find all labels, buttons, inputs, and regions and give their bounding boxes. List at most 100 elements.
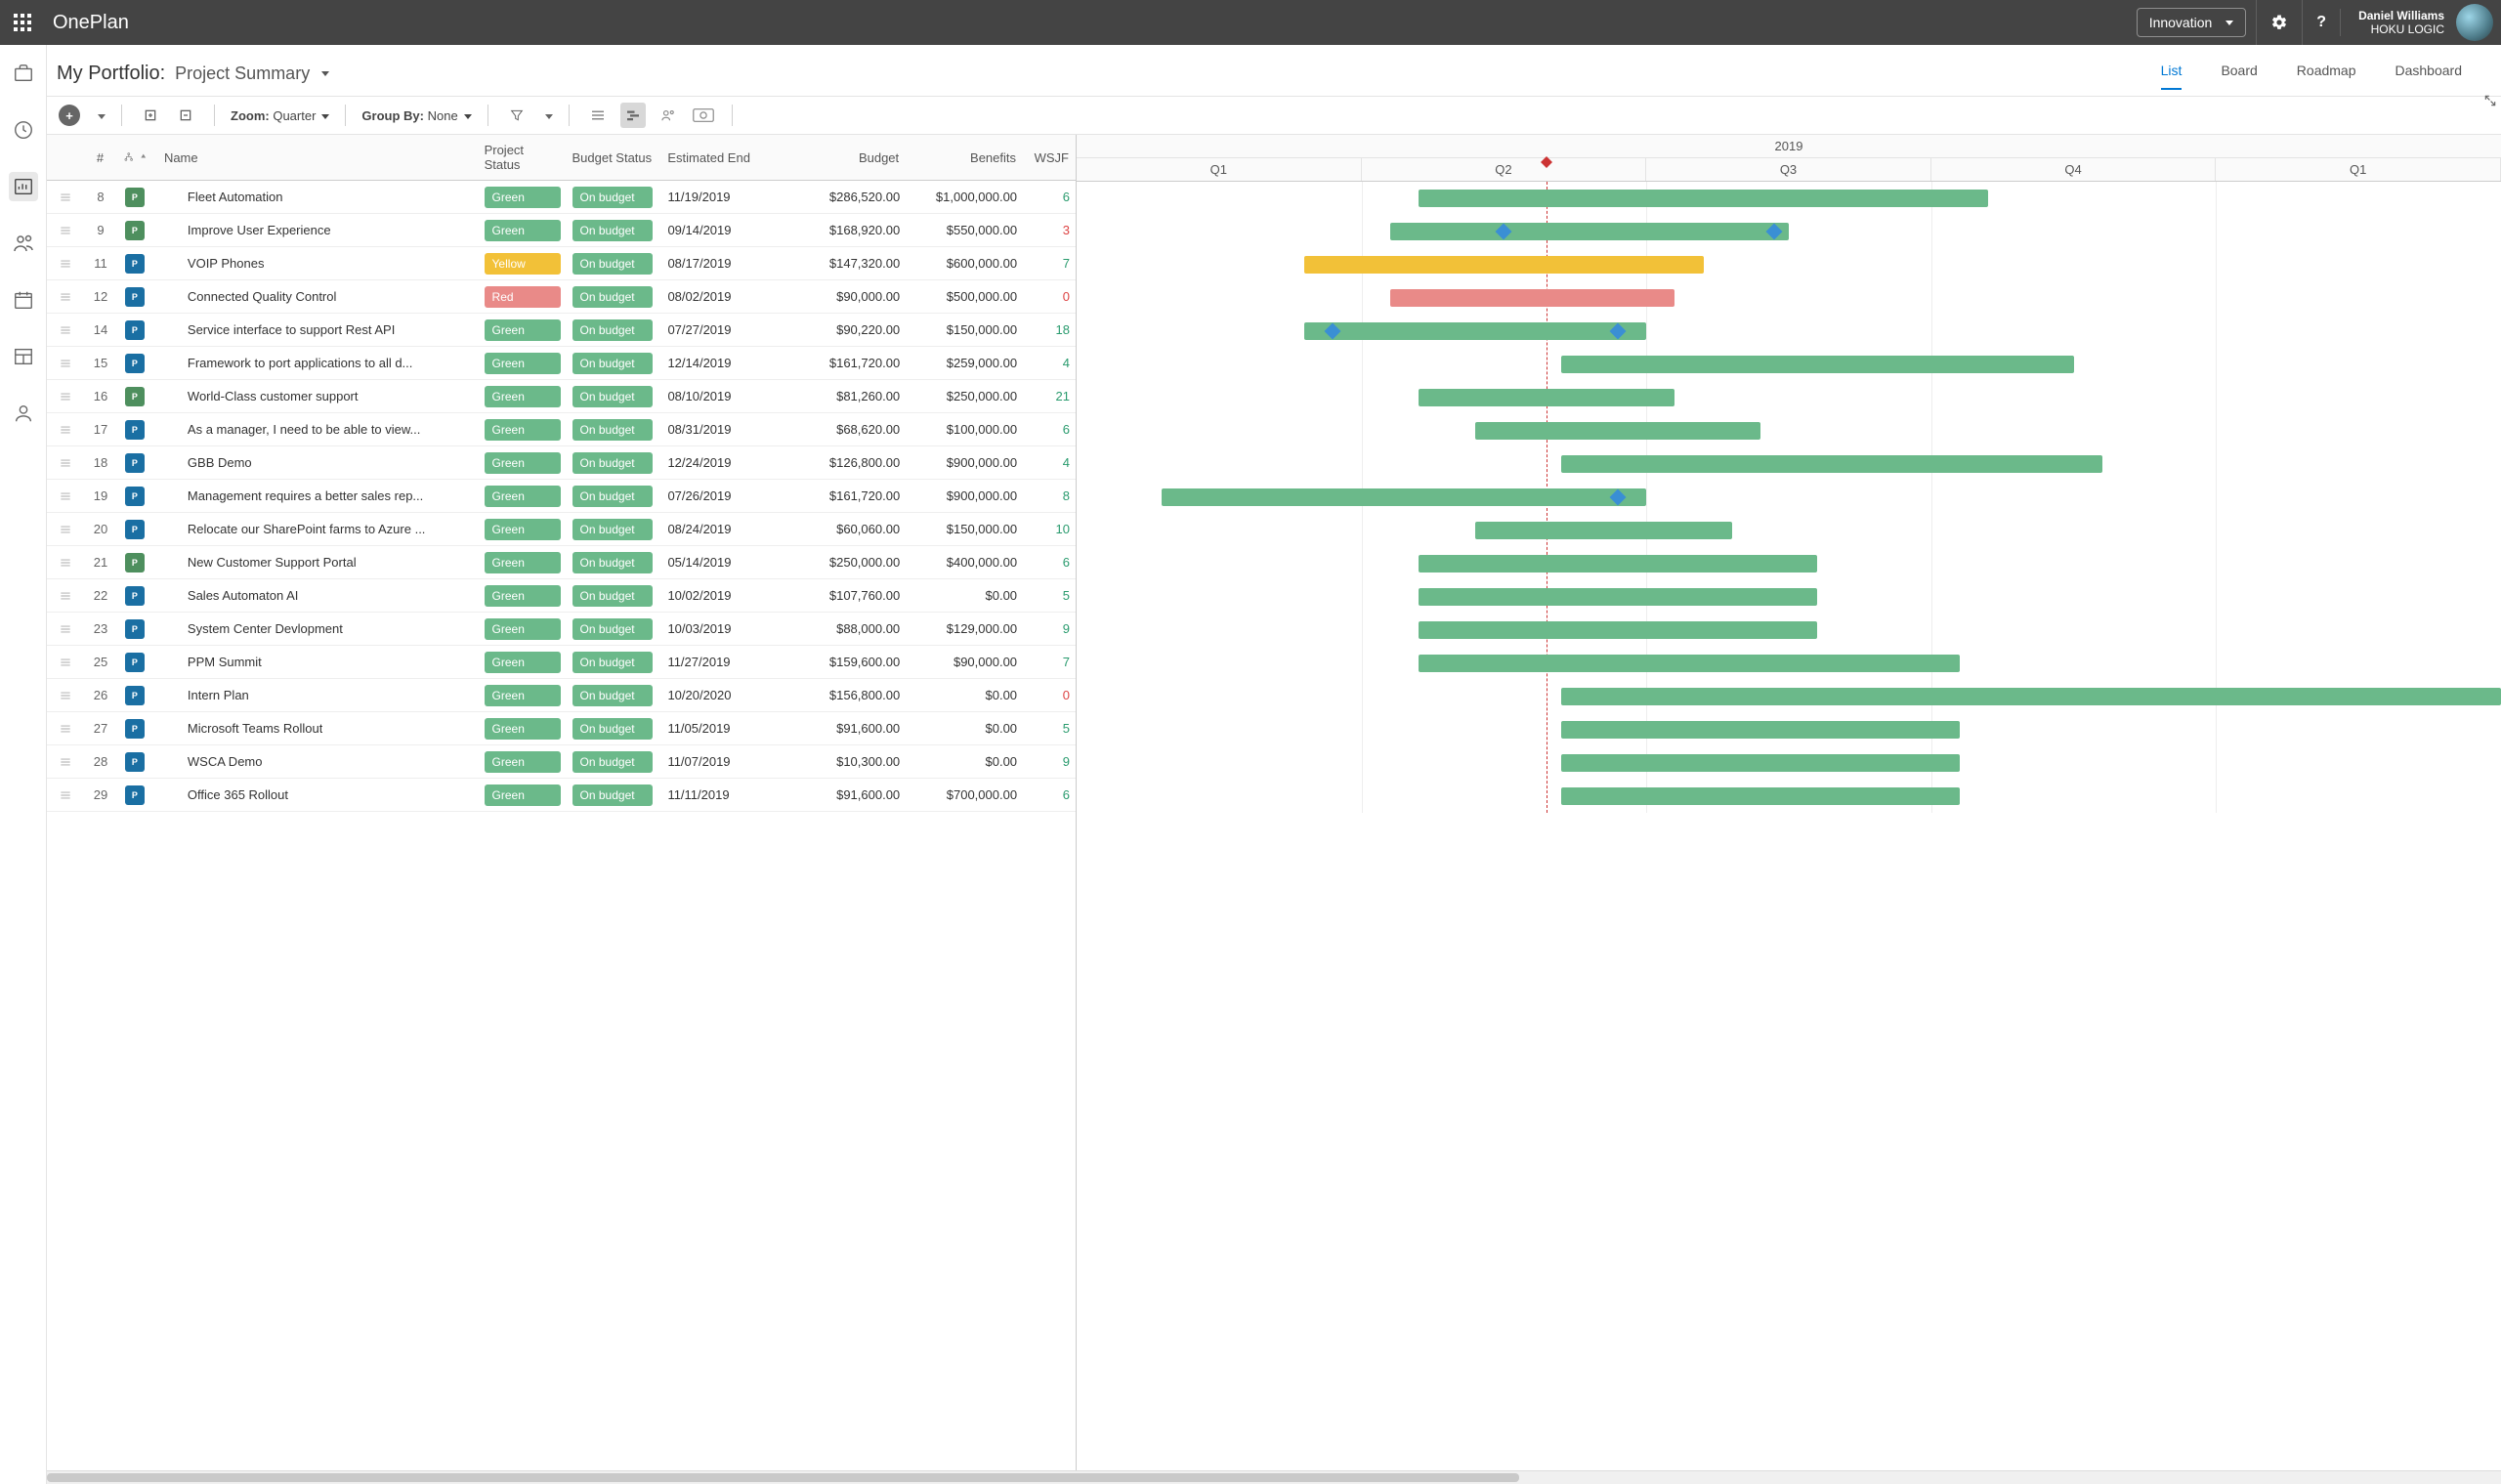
- expand-all-icon[interactable]: [138, 103, 163, 128]
- drag-handle-icon[interactable]: [47, 613, 84, 645]
- row-name[interactable]: Framework to port applications to all d.…: [156, 347, 479, 379]
- rail-calendar-icon[interactable]: [9, 285, 38, 315]
- gantt-bar[interactable]: [1561, 455, 2102, 473]
- gantt-row[interactable]: [1077, 614, 2501, 647]
- gantt-bar[interactable]: [1390, 289, 1675, 307]
- col-wsjf[interactable]: WSJF: [1023, 135, 1076, 180]
- gantt-pane[interactable]: 2019 Q1Q2Q3Q4Q1: [1077, 135, 2501, 1484]
- gantt-row[interactable]: [1077, 248, 2501, 281]
- gantt-bar[interactable]: [1419, 621, 1817, 639]
- zoom-value[interactable]: Quarter: [273, 108, 329, 123]
- col-budget[interactable]: Budget: [779, 135, 906, 180]
- row-name[interactable]: Relocate our SharePoint farms to Azure .…: [156, 513, 479, 545]
- col-name[interactable]: Name: [156, 135, 479, 180]
- col-budget-status[interactable]: Budget Status: [566, 135, 661, 180]
- gantt-bar[interactable]: [1475, 522, 1731, 539]
- row-name[interactable]: World-Class customer support: [156, 380, 479, 412]
- drag-handle-icon[interactable]: [47, 446, 84, 479]
- drag-handle-icon[interactable]: [47, 679, 84, 711]
- row-name[interactable]: Office 365 Rollout: [156, 779, 479, 811]
- row-name[interactable]: New Customer Support Portal: [156, 546, 479, 578]
- table-row[interactable]: 17PAs a manager, I need to be able to vi…: [47, 413, 1076, 446]
- gantt-bar[interactable]: [1419, 389, 1674, 406]
- col-benefits[interactable]: Benefits: [906, 135, 1023, 180]
- row-name[interactable]: Connected Quality Control: [156, 280, 479, 313]
- table-row[interactable]: 8PFleet AutomationGreenOn budget11/19/20…: [47, 181, 1076, 214]
- row-name[interactable]: Improve User Experience: [156, 214, 479, 246]
- gantt-bar[interactable]: [1475, 422, 1760, 440]
- rail-person-icon[interactable]: [9, 399, 38, 428]
- table-row[interactable]: 28PWSCA DemoGreenOn budget11/07/2019$10,…: [47, 745, 1076, 779]
- add-button[interactable]: +: [57, 103, 82, 128]
- table-row[interactable]: 27PMicrosoft Teams RolloutGreenOn budget…: [47, 712, 1076, 745]
- col-hierarchy[interactable]: [117, 135, 156, 180]
- drag-handle-icon[interactable]: [47, 745, 84, 778]
- gantt-view-icon[interactable]: [620, 103, 646, 128]
- rail-chart-icon[interactable]: [9, 172, 38, 201]
- drag-handle-icon[interactable]: [47, 546, 84, 578]
- row-name[interactable]: Microsoft Teams Rollout: [156, 712, 479, 744]
- gantt-row[interactable]: [1077, 547, 2501, 580]
- gantt-row[interactable]: [1077, 514, 2501, 547]
- gantt-row[interactable]: [1077, 680, 2501, 713]
- group-value[interactable]: None: [428, 108, 472, 123]
- rail-clock-icon[interactable]: [9, 115, 38, 145]
- table-row[interactable]: 11PVOIP PhonesYellowOn budget08/17/2019$…: [47, 247, 1076, 280]
- table-row[interactable]: 14PService interface to support Rest API…: [47, 314, 1076, 347]
- filter-dropdown-icon[interactable]: [539, 108, 553, 123]
- row-name[interactable]: Sales Automaton AI: [156, 579, 479, 612]
- col-num[interactable]: #: [84, 135, 117, 180]
- gantt-bar[interactable]: [1419, 588, 1817, 606]
- row-name[interactable]: Intern Plan: [156, 679, 479, 711]
- gantt-row[interactable]: [1077, 182, 2501, 215]
- table-row[interactable]: 22PSales Automaton AIGreenOn budget10/02…: [47, 579, 1076, 613]
- drag-handle-icon[interactable]: [47, 380, 84, 412]
- row-name[interactable]: VOIP Phones: [156, 247, 479, 279]
- tab-dashboard[interactable]: Dashboard: [2395, 57, 2463, 90]
- gantt-bar[interactable]: [1304, 256, 1703, 274]
- table-row[interactable]: 12PConnected Quality ControlRedOn budget…: [47, 280, 1076, 314]
- row-name[interactable]: WSCA Demo: [156, 745, 479, 778]
- gantt-row[interactable]: [1077, 215, 2501, 248]
- gantt-bar[interactable]: [1419, 555, 1817, 572]
- collapse-all-icon[interactable]: [173, 103, 198, 128]
- tab-board[interactable]: Board: [2221, 57, 2257, 90]
- gantt-body[interactable]: [1077, 182, 2501, 813]
- row-name[interactable]: As a manager, I need to be able to view.…: [156, 413, 479, 445]
- rail-layout-icon[interactable]: [9, 342, 38, 371]
- fullscreen-icon[interactable]: [2483, 94, 2497, 107]
- table-row[interactable]: 19PManagement requires a better sales re…: [47, 480, 1076, 513]
- gantt-row[interactable]: [1077, 647, 2501, 680]
- gantt-bar[interactable]: [1561, 787, 1960, 805]
- drag-handle-icon[interactable]: [47, 779, 84, 811]
- row-name[interactable]: Management requires a better sales rep..…: [156, 480, 479, 512]
- tab-list[interactable]: List: [2161, 57, 2183, 90]
- gantt-bar[interactable]: [1304, 322, 1646, 340]
- workspace-selector[interactable]: Innovation: [2137, 8, 2247, 37]
- drag-handle-icon[interactable]: [47, 480, 84, 512]
- table-row[interactable]: 26PIntern PlanGreenOn budget10/20/2020$1…: [47, 679, 1076, 712]
- gantt-row[interactable]: [1077, 746, 2501, 780]
- table-row[interactable]: 16PWorld-Class customer supportGreenOn b…: [47, 380, 1076, 413]
- table-row[interactable]: 18PGBB DemoGreenOn budget12/24/2019$126,…: [47, 446, 1076, 480]
- gantt-row[interactable]: [1077, 381, 2501, 414]
- gantt-row[interactable]: [1077, 580, 2501, 614]
- gantt-bar[interactable]: [1419, 190, 1988, 207]
- drag-handle-icon[interactable]: [47, 513, 84, 545]
- gantt-bar[interactable]: [1419, 655, 1960, 672]
- row-name[interactable]: GBB Demo: [156, 446, 479, 479]
- settings-icon[interactable]: [2256, 0, 2302, 45]
- drag-handle-icon[interactable]: [47, 413, 84, 445]
- drag-handle-icon[interactable]: [47, 712, 84, 744]
- table-row[interactable]: 29POffice 365 RolloutGreenOn budget11/11…: [47, 779, 1076, 812]
- gantt-bar[interactable]: [1561, 721, 1960, 739]
- drag-handle-icon[interactable]: [47, 247, 84, 279]
- rail-briefcase-icon[interactable]: [9, 59, 38, 88]
- gantt-bar[interactable]: [1390, 223, 1789, 240]
- filter-icon[interactable]: [504, 103, 530, 128]
- row-name[interactable]: PPM Summit: [156, 646, 479, 678]
- table-row[interactable]: 9PImprove User ExperienceGreenOn budget0…: [47, 214, 1076, 247]
- col-project-status[interactable]: Project Status: [479, 135, 567, 180]
- help-icon[interactable]: ?: [2302, 0, 2340, 45]
- drag-handle-icon[interactable]: [47, 214, 84, 246]
